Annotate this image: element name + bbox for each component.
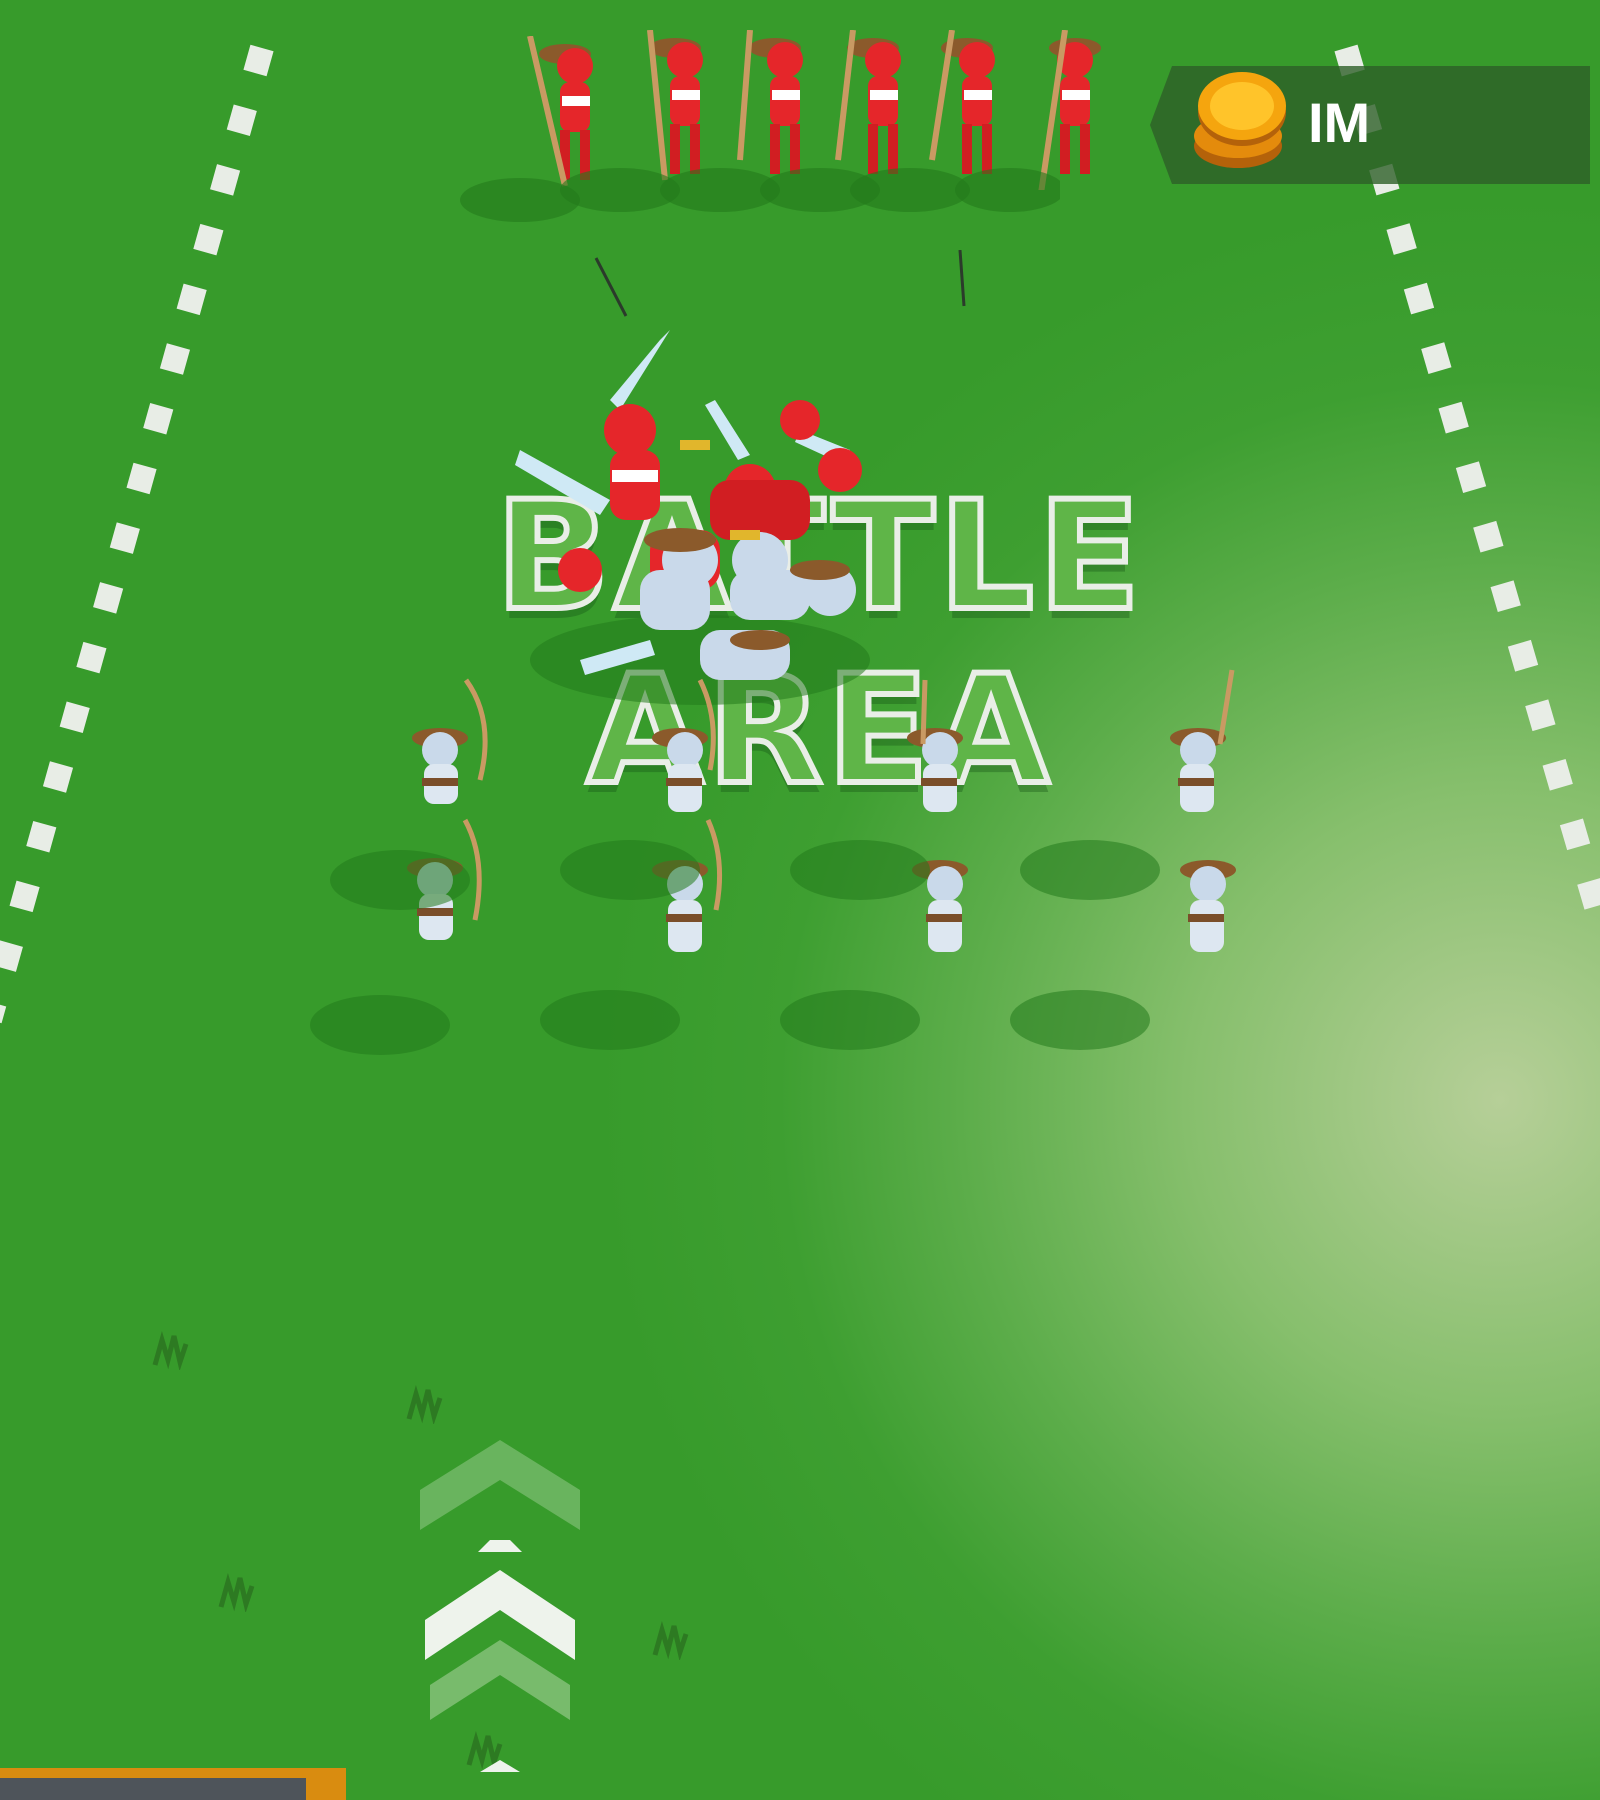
white-archer — [652, 678, 716, 812]
grass-tuft — [218, 1573, 255, 1612]
progress-bar-track — [0, 1778, 306, 1800]
white-archer — [1170, 669, 1235, 812]
grass-tuft — [652, 1621, 689, 1660]
red-archer-shadows — [460, 168, 1060, 222]
coin-amount: IM — [1308, 91, 1371, 154]
chevron-up-arrows-icon[interactable] — [410, 1430, 590, 1800]
game-scene[interactable]: BATTLE AREA IM — [0, 0, 1600, 1800]
melee-brawl — [515, 330, 870, 705]
white-archer-shadows — [310, 840, 1160, 1055]
arrows-in-flight — [594, 250, 966, 317]
grass-tuft — [152, 1331, 189, 1370]
white-archer — [907, 679, 963, 812]
gold-coin-stack-icon — [1194, 72, 1286, 168]
grass-tuft — [406, 1385, 443, 1424]
